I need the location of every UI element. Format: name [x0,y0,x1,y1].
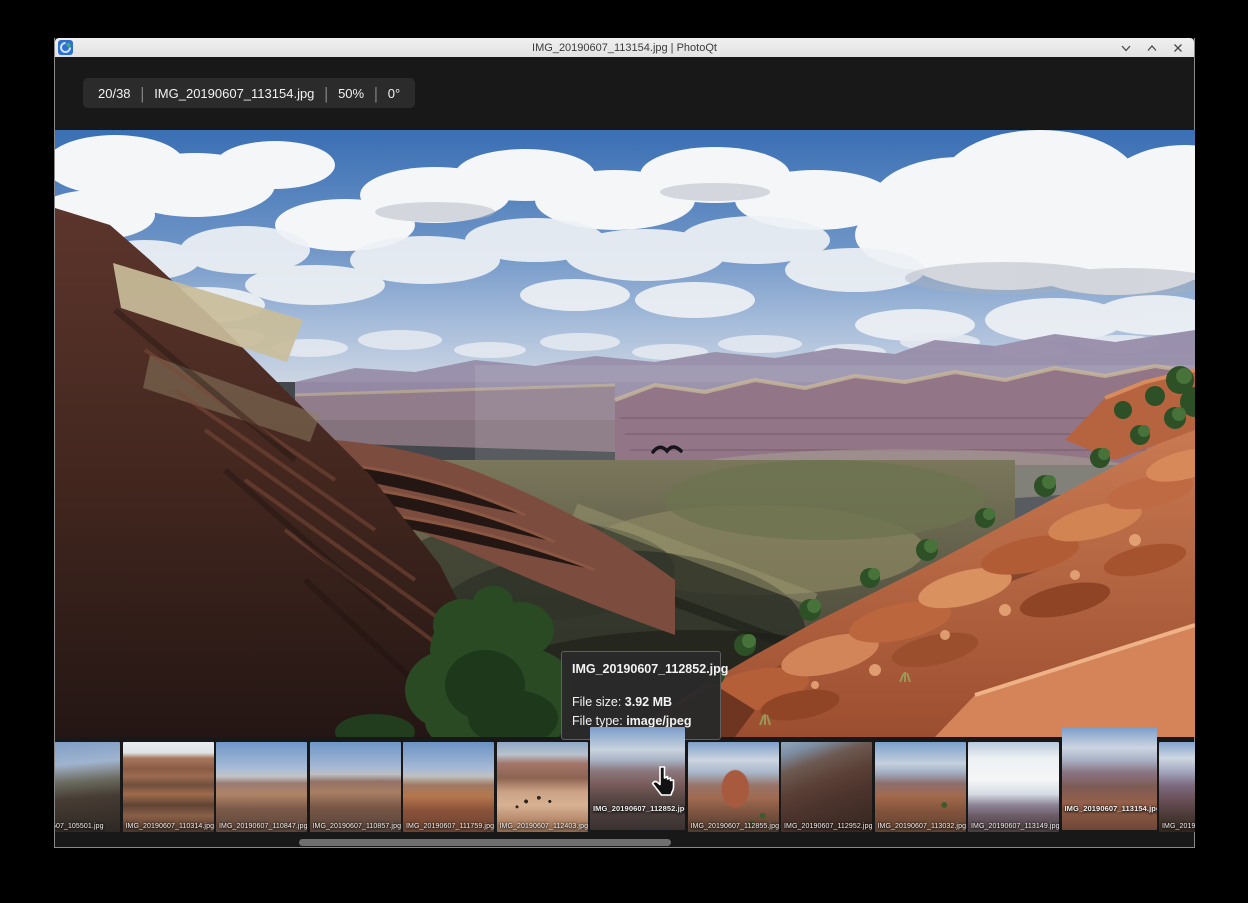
thumbnail-label: IMG_20190607_111759.jpg [406,823,494,830]
thumbnail-110857[interactable]: IMG_20190607_110857.jpg [310,742,401,832]
photoqt-app-icon [58,40,73,55]
tooltip-filename: IMG_20190607_112852.jpg [572,660,710,679]
thumbnail-image [781,742,872,832]
thumbnail-label: IMG_20190607_113149.jpg [971,823,1059,830]
current-filename: IMG_20190607_113154.jpg [154,86,314,101]
rotation-angle: 0° [388,86,400,101]
thumbnail-label: IMG_201906 [1162,823,1195,830]
thumbnail-image [310,742,401,832]
window-title: IMG_20190607_113154.jpg | PhotoQt [55,42,1194,54]
thumbnail-label: IMG_20190607_113154.jpg [1065,804,1157,813]
close-button[interactable] [1172,42,1184,54]
thumbnail-image [497,742,588,832]
separator: | [374,83,378,102]
photoqt-window: IMG_20190607_113154.jpg | PhotoQt 20/38 … [54,38,1195,848]
thumbnail-image [55,742,120,832]
thumbnail-strip: 20190607_105501.jpg IMG_20190607_110314.… [55,727,1195,837]
thumbnail-scrollbar-track[interactable] [55,839,1195,846]
thumbnail-112403[interactable]: IMG_20190607_112403.jpg [497,742,588,832]
thumbnail-image [403,742,494,832]
thumbnail-105501[interactable]: 20190607_105501.jpg [55,742,120,832]
thumbnail-image [968,742,1059,832]
thumbnail-110314[interactable]: IMG_20190607_110314.jpg [123,742,214,832]
separator: | [141,83,145,102]
tooltip-file-size: File size: 3.92 MB [572,693,710,712]
thumbnail-image [875,742,966,832]
thumbnail-image [1159,742,1195,832]
thumbnail-label: IMG_20190607_110314.jpg [126,823,214,830]
thumbnail-partial-right[interactable]: IMG_201906 [1159,742,1195,832]
desktop-background: IMG_20190607_113154.jpg | PhotoQt 20/38 … [0,0,1248,903]
thumbnail-110847[interactable]: IMG_20190607_110847.jpg [216,742,307,832]
grand-canyon-photo [55,130,1195,737]
thumbnail-113149[interactable]: IMG_20190607_113149.jpg [968,742,1059,832]
thumbnail-scrollbar-thumb[interactable] [299,839,671,846]
thumbnail-label: 20190607_105501.jpg [55,823,104,830]
thumbnail-image [590,727,685,830]
titlebar[interactable]: IMG_20190607_113154.jpg | PhotoQt [55,38,1194,57]
thumbnail-image [1062,727,1157,830]
separator: | [324,83,328,102]
thumbnail-112855[interactable]: IMG_20190607_112855.jpg [688,742,779,832]
thumbnail-111759[interactable]: IMG_20190607_111759.jpg [403,742,494,832]
thumbnail-image [216,742,307,832]
thumbnail-image [688,742,779,832]
zoom-level: 50% [338,86,364,101]
thumbnail-113032[interactable]: IMG_20190607_113032.jpg [875,742,966,832]
thumbnail-label: IMG_20190607_110847.jpg [219,823,307,830]
minimize-button[interactable] [1120,42,1132,54]
thumbnail-label: IMG_20190607_112403.jpg [500,823,588,830]
thumbnail-image [123,742,214,832]
thumbnail-113154-current[interactable]: IMG_20190607_113154.jpg [1062,727,1157,830]
maximize-button[interactable] [1146,42,1158,54]
thumbnail-label: IMG_20190607_112952.jpg [784,823,872,830]
thumbnail-label: IMG_20190607_113032.jpg [878,823,966,830]
thumbnail-label: IMG_20190607_112855.jpg [691,823,779,830]
image-position-counter: 20/38 [98,86,131,101]
thumbnail-label: IMG_20190607_112852.jpg [593,804,685,813]
thumbnail-112852-hovered[interactable]: IMG_20190607_112852.jpg [590,727,685,830]
thumbnail-112952[interactable]: IMG_20190607_112952.jpg [781,742,872,832]
main-image-viewer[interactable] [55,130,1195,737]
thumbnail-label: IMG_20190607_110857.jpg [313,823,401,830]
image-info-bar: 20/38 | IMG_20190607_113154.jpg | 50% | … [83,78,415,108]
